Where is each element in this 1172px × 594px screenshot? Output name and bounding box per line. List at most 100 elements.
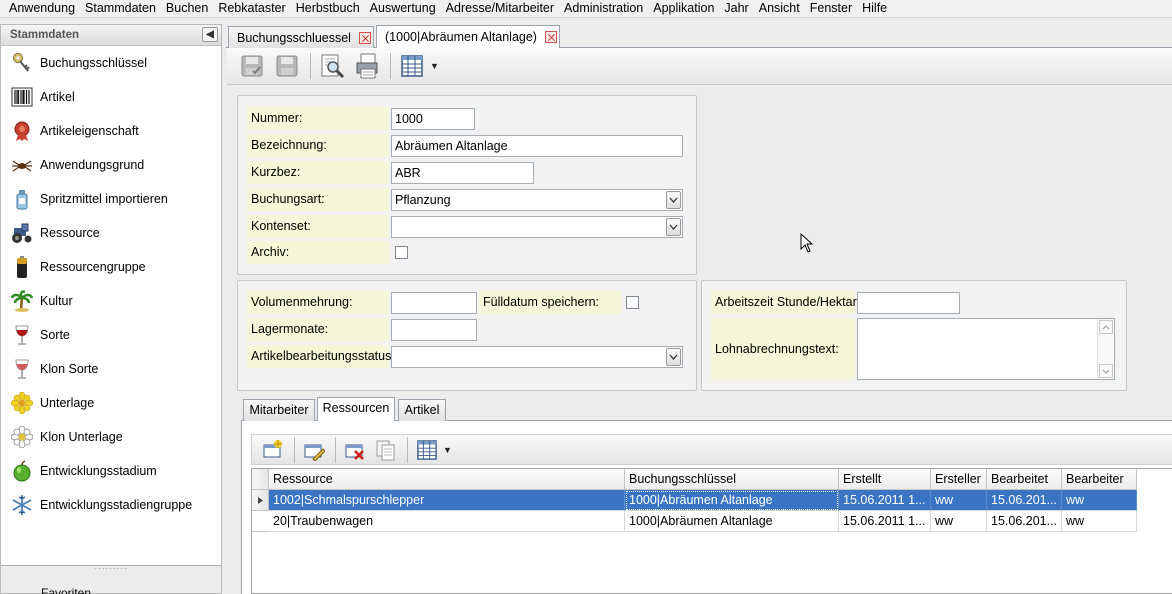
menu-adresse-mitarbeiter[interactable]: Adresse/Mitarbeiter bbox=[441, 0, 559, 18]
sidebar-item-anwendungsgrund[interactable]: Anwendungsgrund bbox=[1, 148, 221, 182]
menu-hilfe[interactable]: Hilfe bbox=[857, 0, 892, 18]
tab-mitarbeiter[interactable]: Mitarbeiter bbox=[243, 399, 315, 421]
sidebar-item-entwicklungsstadiengruppe[interactable]: Entwicklungsstadiengruppe bbox=[1, 488, 221, 522]
tab-buchungsschluessel[interactable]: Buchungsschluessel bbox=[228, 26, 374, 48]
volumenmehrung-field[interactable] bbox=[391, 291, 477, 314]
bezeichnung-field[interactable]: Abräumen Altanlage bbox=[391, 134, 683, 157]
delete-record-button[interactable] bbox=[342, 437, 368, 463]
menu-jahr[interactable]: Jahr bbox=[719, 0, 753, 18]
table-row[interactable]: 1002|Schmalspurschlepper 1000|Abräumen A… bbox=[252, 490, 1137, 511]
lagermonate-field[interactable] bbox=[391, 318, 477, 341]
sidebar-item-unterlage[interactable]: Unterlage bbox=[1, 386, 221, 420]
sidebar-item-spritzmittel-importieren[interactable]: Spritzmittel importieren bbox=[1, 182, 221, 216]
save-close-button[interactable] bbox=[237, 51, 267, 81]
new-record-button[interactable] bbox=[260, 437, 286, 463]
sidebar-item-artikel[interactable]: Artikel bbox=[1, 80, 221, 114]
sidebar-item-label: Artikeleigenschaft bbox=[40, 124, 139, 138]
column-erstellt[interactable]: Erstellt bbox=[839, 469, 931, 490]
textarea-scrollbar[interactable] bbox=[1097, 319, 1114, 379]
sidebar-footer: ········· Favoriten bbox=[1, 565, 221, 594]
snowflake-icon bbox=[10, 493, 34, 517]
tab-label: (1000|Abräumen Altanlage) bbox=[385, 30, 537, 44]
artikelstatus-select[interactable] bbox=[391, 345, 683, 368]
buchungsart-select[interactable]: Pflanzung bbox=[391, 188, 683, 211]
print-button[interactable] bbox=[352, 51, 382, 81]
menu-anwendung[interactable]: Anwendung bbox=[0, 0, 80, 18]
scroll-up-icon[interactable] bbox=[1099, 320, 1113, 334]
cell-ersteller[interactable]: ww bbox=[931, 511, 987, 532]
sidebar-item-ressourcengruppe[interactable]: Ressourcengruppe bbox=[1, 250, 221, 284]
sidebar-item-klon-sorte[interactable]: Klon Sorte bbox=[1, 352, 221, 386]
grid-toolbar: ▼ bbox=[251, 434, 1172, 465]
lagermonate-label: Lagermonate: bbox=[247, 318, 389, 341]
grid-columns-button[interactable] bbox=[414, 437, 440, 463]
arbeitszeit-field[interactable] bbox=[857, 291, 960, 314]
cell-ressource[interactable]: 1002|Schmalspurschlepper bbox=[269, 490, 625, 511]
archiv-row: Archiv: bbox=[247, 241, 408, 264]
menu-applikation[interactable]: Applikation bbox=[648, 0, 719, 18]
sidebar-item-klon-unterlage[interactable]: Klon Unterlage bbox=[1, 420, 221, 454]
chevron-down-icon[interactable]: ▼ bbox=[430, 61, 439, 71]
menu-fenster[interactable]: Fenster bbox=[805, 0, 857, 18]
menu-rebkataster[interactable]: Rebkataster bbox=[213, 0, 290, 18]
scroll-down-icon[interactable] bbox=[1099, 364, 1113, 378]
column-bearbeitet[interactable]: Bearbeitet bbox=[987, 469, 1062, 490]
kurzbez-field[interactable]: ABR bbox=[391, 161, 534, 184]
column-buchungsschluessel[interactable]: Buchungsschlüssel bbox=[625, 469, 839, 490]
sidebar-item-sorte[interactable]: Sorte bbox=[1, 318, 221, 352]
tab-ressourcen[interactable]: Ressourcen bbox=[317, 397, 395, 422]
splitter-grip[interactable]: ········· bbox=[1, 565, 221, 573]
tab-artikel[interactable]: Artikel bbox=[398, 399, 446, 421]
cell-bearbeitet[interactable]: 15.06.201... bbox=[987, 511, 1062, 532]
chevron-down-icon[interactable] bbox=[666, 347, 681, 366]
fuelldatum-checkbox[interactable] bbox=[626, 296, 639, 309]
cell-bearbeiter[interactable]: ww bbox=[1062, 511, 1137, 532]
chevron-down-icon[interactable] bbox=[666, 217, 681, 236]
cell-bearbeiter[interactable]: ww bbox=[1062, 490, 1137, 511]
sidebar-item-buchungsschluessel[interactable]: Buchungsschlüssel bbox=[1, 46, 221, 80]
cell-bearbeitet[interactable]: 15.06.201... bbox=[987, 490, 1062, 511]
column-bearbeiter[interactable]: Bearbeiter bbox=[1062, 469, 1137, 490]
copy-button[interactable] bbox=[373, 437, 399, 463]
table-row[interactable]: 20|Traubenwagen 1000|Abräumen Altanlage … bbox=[252, 511, 1137, 532]
cell-buchungsschluessel[interactable]: 1000|Abräumen Altanlage bbox=[625, 511, 839, 532]
chevron-down-icon[interactable] bbox=[666, 190, 681, 209]
cell-erstellt[interactable]: 15.06.2011 1... bbox=[839, 511, 931, 532]
cell-ersteller[interactable]: ww bbox=[931, 490, 987, 511]
archiv-checkbox[interactable] bbox=[395, 246, 408, 259]
cell-buchungsschluessel[interactable]: 1000|Abräumen Altanlage bbox=[625, 490, 839, 511]
buchungsart-label: Buchungsart: bbox=[247, 188, 389, 211]
grid-layout-button[interactable] bbox=[397, 51, 427, 81]
collapse-sidebar-button[interactable]: ◀ bbox=[202, 27, 218, 42]
column-ressource[interactable]: Ressource bbox=[269, 469, 625, 490]
column-ersteller[interactable]: Ersteller bbox=[931, 469, 987, 490]
favoriten-label[interactable]: Favoriten bbox=[1, 586, 221, 594]
cell-erstellt[interactable]: 15.06.2011 1... bbox=[839, 490, 931, 511]
menu-stammdaten[interactable]: Stammdaten bbox=[80, 0, 161, 18]
kontenset-label: Kontenset: bbox=[247, 215, 389, 238]
menu-buchen[interactable]: Buchen bbox=[161, 0, 213, 18]
print-preview-button[interactable] bbox=[317, 51, 347, 81]
apple-icon bbox=[10, 459, 34, 483]
menu-auswertung[interactable]: Auswertung bbox=[365, 0, 441, 18]
menu-administration[interactable]: Administration bbox=[559, 0, 648, 18]
sidebar-item-entwicklungsstadium[interactable]: Entwicklungsstadium bbox=[1, 454, 221, 488]
save-button[interactable] bbox=[272, 51, 302, 81]
close-icon[interactable] bbox=[358, 31, 371, 44]
chevron-down-icon[interactable]: ▼ bbox=[443, 445, 452, 455]
ressourcen-grid: Ressource Buchungsschlüssel Erstellt Ers… bbox=[251, 468, 1172, 594]
document-tabs: Buchungsschluessel (1000|Abräumen Altanl… bbox=[226, 24, 1172, 48]
kontenset-select[interactable] bbox=[391, 215, 683, 238]
sidebar-item-ressource[interactable]: Ressource bbox=[1, 216, 221, 250]
menu-herbstbuch[interactable]: Herbstbuch bbox=[291, 0, 365, 18]
sidebar-item-label: Ressource bbox=[40, 226, 100, 240]
menu-ansicht[interactable]: Ansicht bbox=[754, 0, 805, 18]
tab-abraeumen-altanlage[interactable]: (1000|Abräumen Altanlage) bbox=[376, 25, 560, 48]
sidebar-item-kultur[interactable]: Kultur bbox=[1, 284, 221, 318]
nummer-field[interactable]: 1000 bbox=[391, 107, 475, 130]
lohntext-textarea[interactable] bbox=[857, 318, 1115, 380]
edit-record-button[interactable] bbox=[301, 437, 327, 463]
sidebar-item-artikeleigenschaft[interactable]: Artikeleigenschaft bbox=[1, 114, 221, 148]
close-icon[interactable] bbox=[544, 31, 557, 43]
cell-ressource[interactable]: 20|Traubenwagen bbox=[269, 511, 625, 532]
